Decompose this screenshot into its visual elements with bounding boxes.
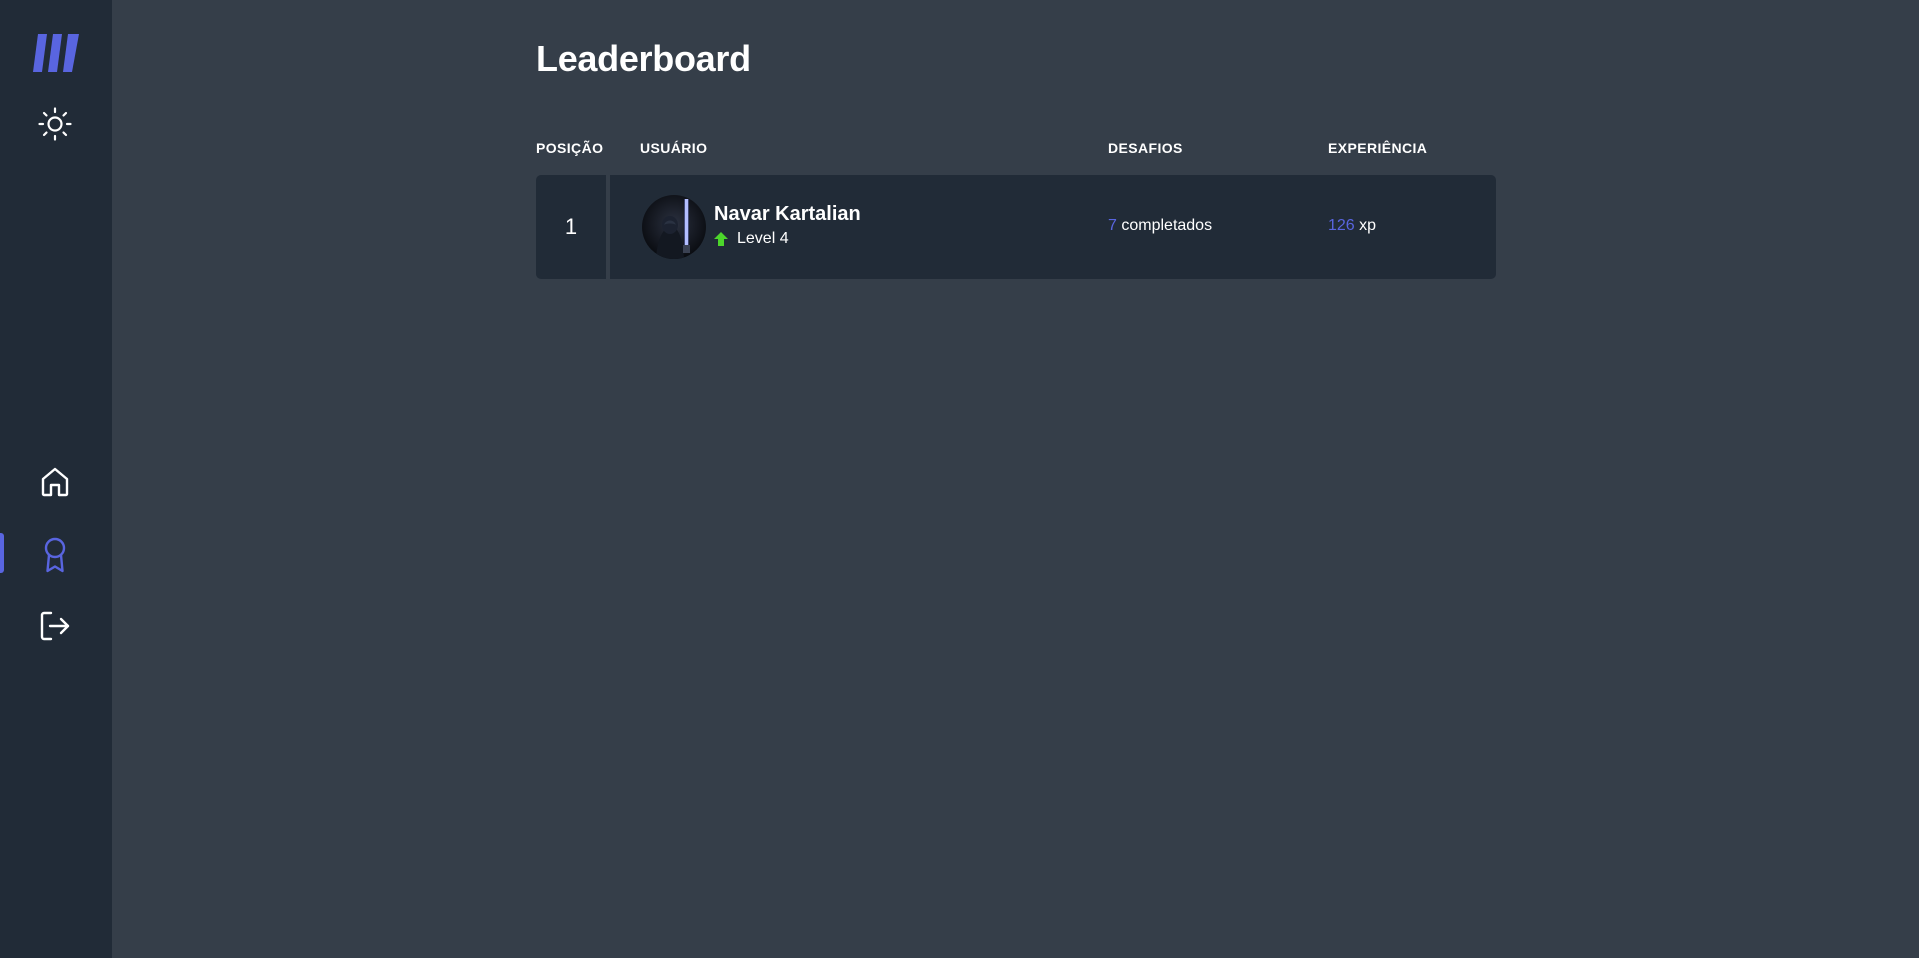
logout-icon	[40, 611, 70, 641]
user-name: Navar Kartalian	[714, 203, 861, 225]
sidebar-item-leaderboard[interactable]	[0, 525, 112, 581]
challenges-completed: 7 completados	[1108, 217, 1212, 235]
challenges-suffix: completados	[1121, 217, 1213, 234]
challenges-count: 7	[1108, 217, 1117, 234]
column-header-experience: EXPERIÊNCIA	[1328, 140, 1428, 156]
award-icon	[44, 537, 66, 573]
level-label: Level 4	[737, 230, 789, 247]
xp-unit: xp	[1359, 217, 1377, 234]
table-row: 1 Navar Kartalian Level 4 7 completados …	[536, 175, 1496, 279]
table-header: POSIÇÃO USUÁRIO DESAFIOS EXPERIÊNCIA	[536, 140, 1496, 158]
app-root: Leaderboard POSIÇÃO USUÁRIO DESAFIOS EXP…	[0, 0, 1919, 958]
xp-amount: 126	[1328, 217, 1355, 234]
avatar	[642, 195, 706, 259]
experience-value: 126 xp	[1328, 217, 1376, 235]
column-header-position: POSIÇÃO	[536, 140, 604, 156]
page-title: Leaderboard	[536, 38, 751, 79]
sidebar	[0, 0, 112, 958]
home-icon	[41, 467, 69, 497]
level-up-icon	[714, 232, 728, 246]
sidebar-item-home[interactable]	[0, 453, 112, 509]
position-cell: 1	[536, 175, 606, 279]
theme-toggle-button[interactable]	[37, 106, 73, 142]
column-header-challenges: DESAFIOS	[1108, 140, 1183, 156]
sun-icon	[38, 107, 72, 141]
column-header-user: USUÁRIO	[640, 140, 708, 156]
move-it-logo	[33, 34, 79, 72]
user-info-cell: Navar Kartalian Level 4 7 completados 12…	[610, 175, 1496, 279]
sidebar-item-logout[interactable]	[0, 597, 112, 653]
